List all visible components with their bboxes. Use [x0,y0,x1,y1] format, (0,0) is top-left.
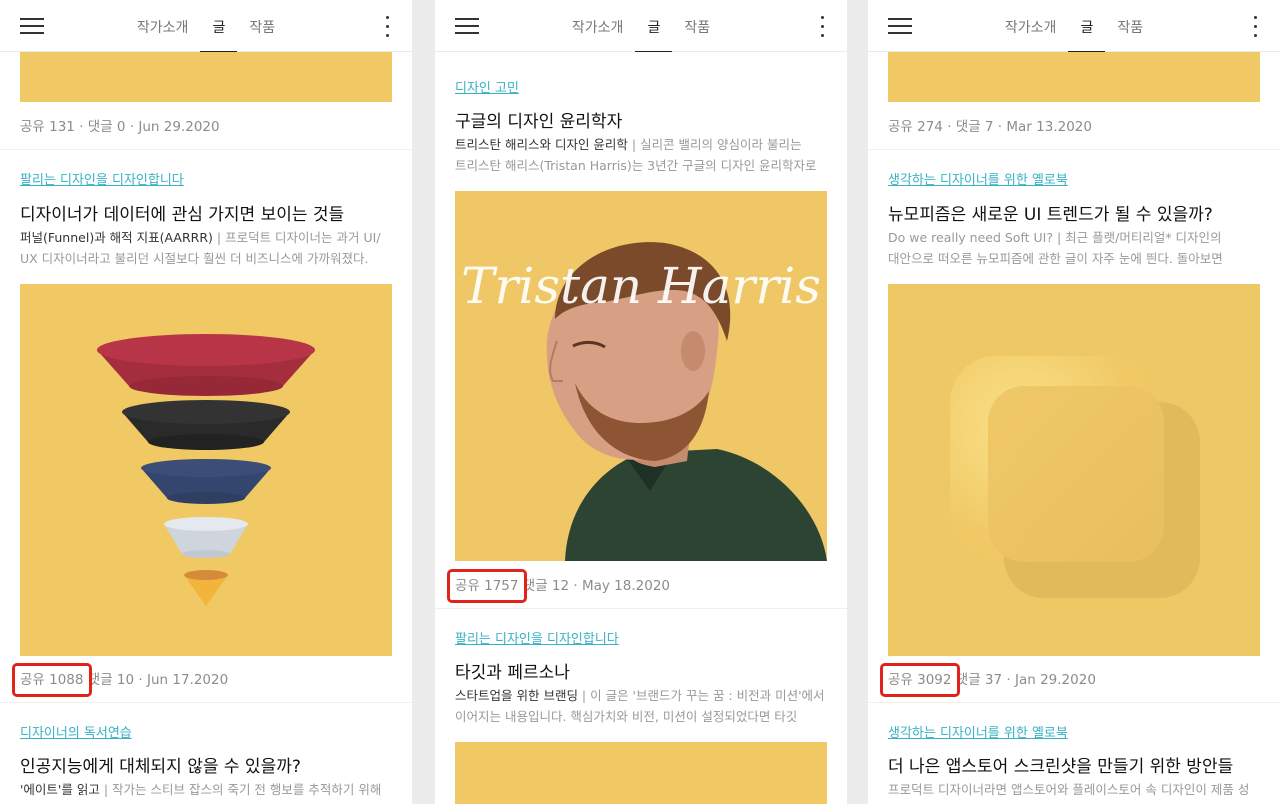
article-list-panel-3: 작가소개 글 작품 공유 274 · 댓글 7 · Mar 13.2020 생각하는… [868,0,1280,804]
share-count[interactable]: 공유 1088 [20,672,84,688]
tab-bar: 작가소개 글 작품 [0,0,412,52]
post-subtitle: 퍼널(Funnel)과 해적 지표(AARRR) [20,230,213,245]
post-subtitle: 트리스탄 해리스와 디자인 윤리학 [455,137,628,152]
previous-post-meta: 공유 274 · 댓글 7 · Mar 13.2020 [888,115,1092,135]
share-count: 공유 131 [20,119,75,135]
post-category-link[interactable]: 디자이너의 독서연습 [20,722,132,741]
top-navigation-bar: 작가소개 글 작품 [868,0,1280,52]
post-description: 프로덕트 디자이너라면 앱스토어와 플레이스토어 속 디자인이 제품 성 [888,779,1260,804]
post-category-link[interactable]: 생각하는 디자이너를 위한 옐로북 [888,169,1068,188]
more-vertical-icon[interactable] [386,16,390,38]
comment-date: 댓글 10 · Jun 17.2020 [83,672,229,688]
previous-post-thumbnail[interactable] [888,52,1260,102]
tab-posts[interactable]: 글 [200,0,238,52]
post-subtitle: '에이트'를 읽고 [20,782,100,797]
share-count[interactable]: 공유 3092 [888,672,952,688]
post-subtitle: 스타트업을 위한 브랜딩 [455,688,578,703]
post-meta: 공유 1088 댓글 10 · Jun 17.2020 [20,668,228,688]
post-category-link[interactable]: 팔리는 디자인을 디자인합니다 [20,169,184,188]
tab-author-intro[interactable]: 작가소개 [560,0,636,52]
funnel-illustration [20,284,392,656]
share-count: 공유 274 [888,119,943,135]
tab-posts[interactable]: 글 [635,0,673,52]
post-description: '에이트'를 읽고 | 작가는 스티브 잡스의 죽기 전 행보를 추적하기 위해 [20,779,392,804]
portrait-illustration: Tristan Harris [455,191,827,561]
comment-date: 댓글 12 · May 18.2020 [518,578,671,594]
article-list-panel-1: 작가소개 글 작품 공유 131 · 댓글 0 · Jun 29.2020 팔리는 … [0,0,412,804]
neumorphism-button-illustration [888,284,1260,656]
post-excerpt: | 작가는 스티브 잡스의 죽기 전 행보를 추적하기 위해 [99,782,382,797]
post-category-link[interactable]: 생각하는 디자이너를 위한 옐로북 [888,722,1068,741]
divider [0,149,412,150]
tab-bar: 작가소개 글 작품 [868,0,1280,52]
post-meta: 공유 1757 댓글 12 · May 18.2020 [455,574,670,594]
tab-works[interactable]: 작품 [672,0,722,52]
portrait-script-text: Tristan Harris [461,257,821,315]
comment-date: · 댓글 7 · Mar 13.2020 [942,119,1092,135]
tab-author-intro[interactable]: 작가소개 [125,0,201,52]
comment-date: · 댓글 0 · Jun 29.2020 [74,119,220,135]
tab-works[interactable]: 작품 [1105,0,1155,52]
more-vertical-icon[interactable] [821,16,825,38]
post-description: 스타트업을 위한 브랜딩 | 이 글은 '브랜드가 꾸는 꿈 : 비전과 미션'… [455,685,827,727]
tab-bar: 작가소개 글 작품 [435,0,847,52]
post-excerpt: Do we really need Soft UI? | 최근 플랫/머티리얼*… [888,230,1223,266]
divider [868,149,1280,150]
previous-post-meta: 공유 131 · 댓글 0 · Jun 29.2020 [20,115,220,135]
previous-post-thumbnail[interactable] [20,52,392,102]
post-title[interactable]: 구글의 디자인 윤리학자 [455,107,622,132]
comment-date: 댓글 37 · Jan 29.2020 [951,672,1096,688]
post-title[interactable]: 타깃과 페르소나 [455,658,570,683]
post-thumbnail-neumorphism[interactable] [888,284,1260,656]
post-thumbnail-funnel[interactable] [20,284,392,656]
post-title[interactable]: 더 나은 앱스토어 스크린샷을 만들기 위한 방안들 [888,752,1233,777]
post-title[interactable]: 인공지능에게 대체되지 않을 수 있을까? [20,752,301,777]
post-title[interactable]: 디자이너가 데이터에 관심 가지면 보이는 것들 [20,200,344,225]
tab-posts[interactable]: 글 [1068,0,1106,52]
next-post-thumbnail[interactable] [455,742,827,804]
top-navigation-bar: 작가소개 글 작품 [0,0,412,52]
post-description: 트리스탄 해리스와 디자인 윤리학 | 실리콘 밸리의 양심이라 불리는 트리스… [455,134,827,176]
post-description: Do we really need Soft UI? | 최근 플랫/머티리얼*… [888,227,1260,269]
article-list-panel-2: 작가소개 글 작품 디자인 고민 구글의 디자인 윤리학자 트리스탄 해리스와 디자… [435,0,847,804]
post-title[interactable]: 뉴모피즘은 새로운 UI 트렌드가 될 수 있을까? [888,200,1213,225]
divider [435,608,847,609]
post-meta: 공유 3092 댓글 37 · Jan 29.2020 [888,668,1096,688]
post-category-link[interactable]: 팔리는 디자인을 디자인합니다 [455,628,619,647]
divider [868,702,1280,703]
post-category-link[interactable]: 디자인 고민 [455,77,519,96]
post-excerpt: 프로덕트 디자이너라면 앱스토어와 플레이스토어 속 디자인이 제품 성 [888,782,1250,797]
share-count[interactable]: 공유 1757 [455,578,519,594]
top-navigation-bar: 작가소개 글 작품 [435,0,847,52]
tab-author-intro[interactable]: 작가소개 [993,0,1069,52]
tab-works[interactable]: 작품 [237,0,287,52]
more-vertical-icon[interactable] [1254,16,1258,38]
post-thumbnail-portrait[interactable]: Tristan Harris [455,191,827,561]
divider [0,702,412,703]
post-description: 퍼널(Funnel)과 해적 지표(AARRR) | 프로덕트 디자이너는 과거… [20,227,392,269]
